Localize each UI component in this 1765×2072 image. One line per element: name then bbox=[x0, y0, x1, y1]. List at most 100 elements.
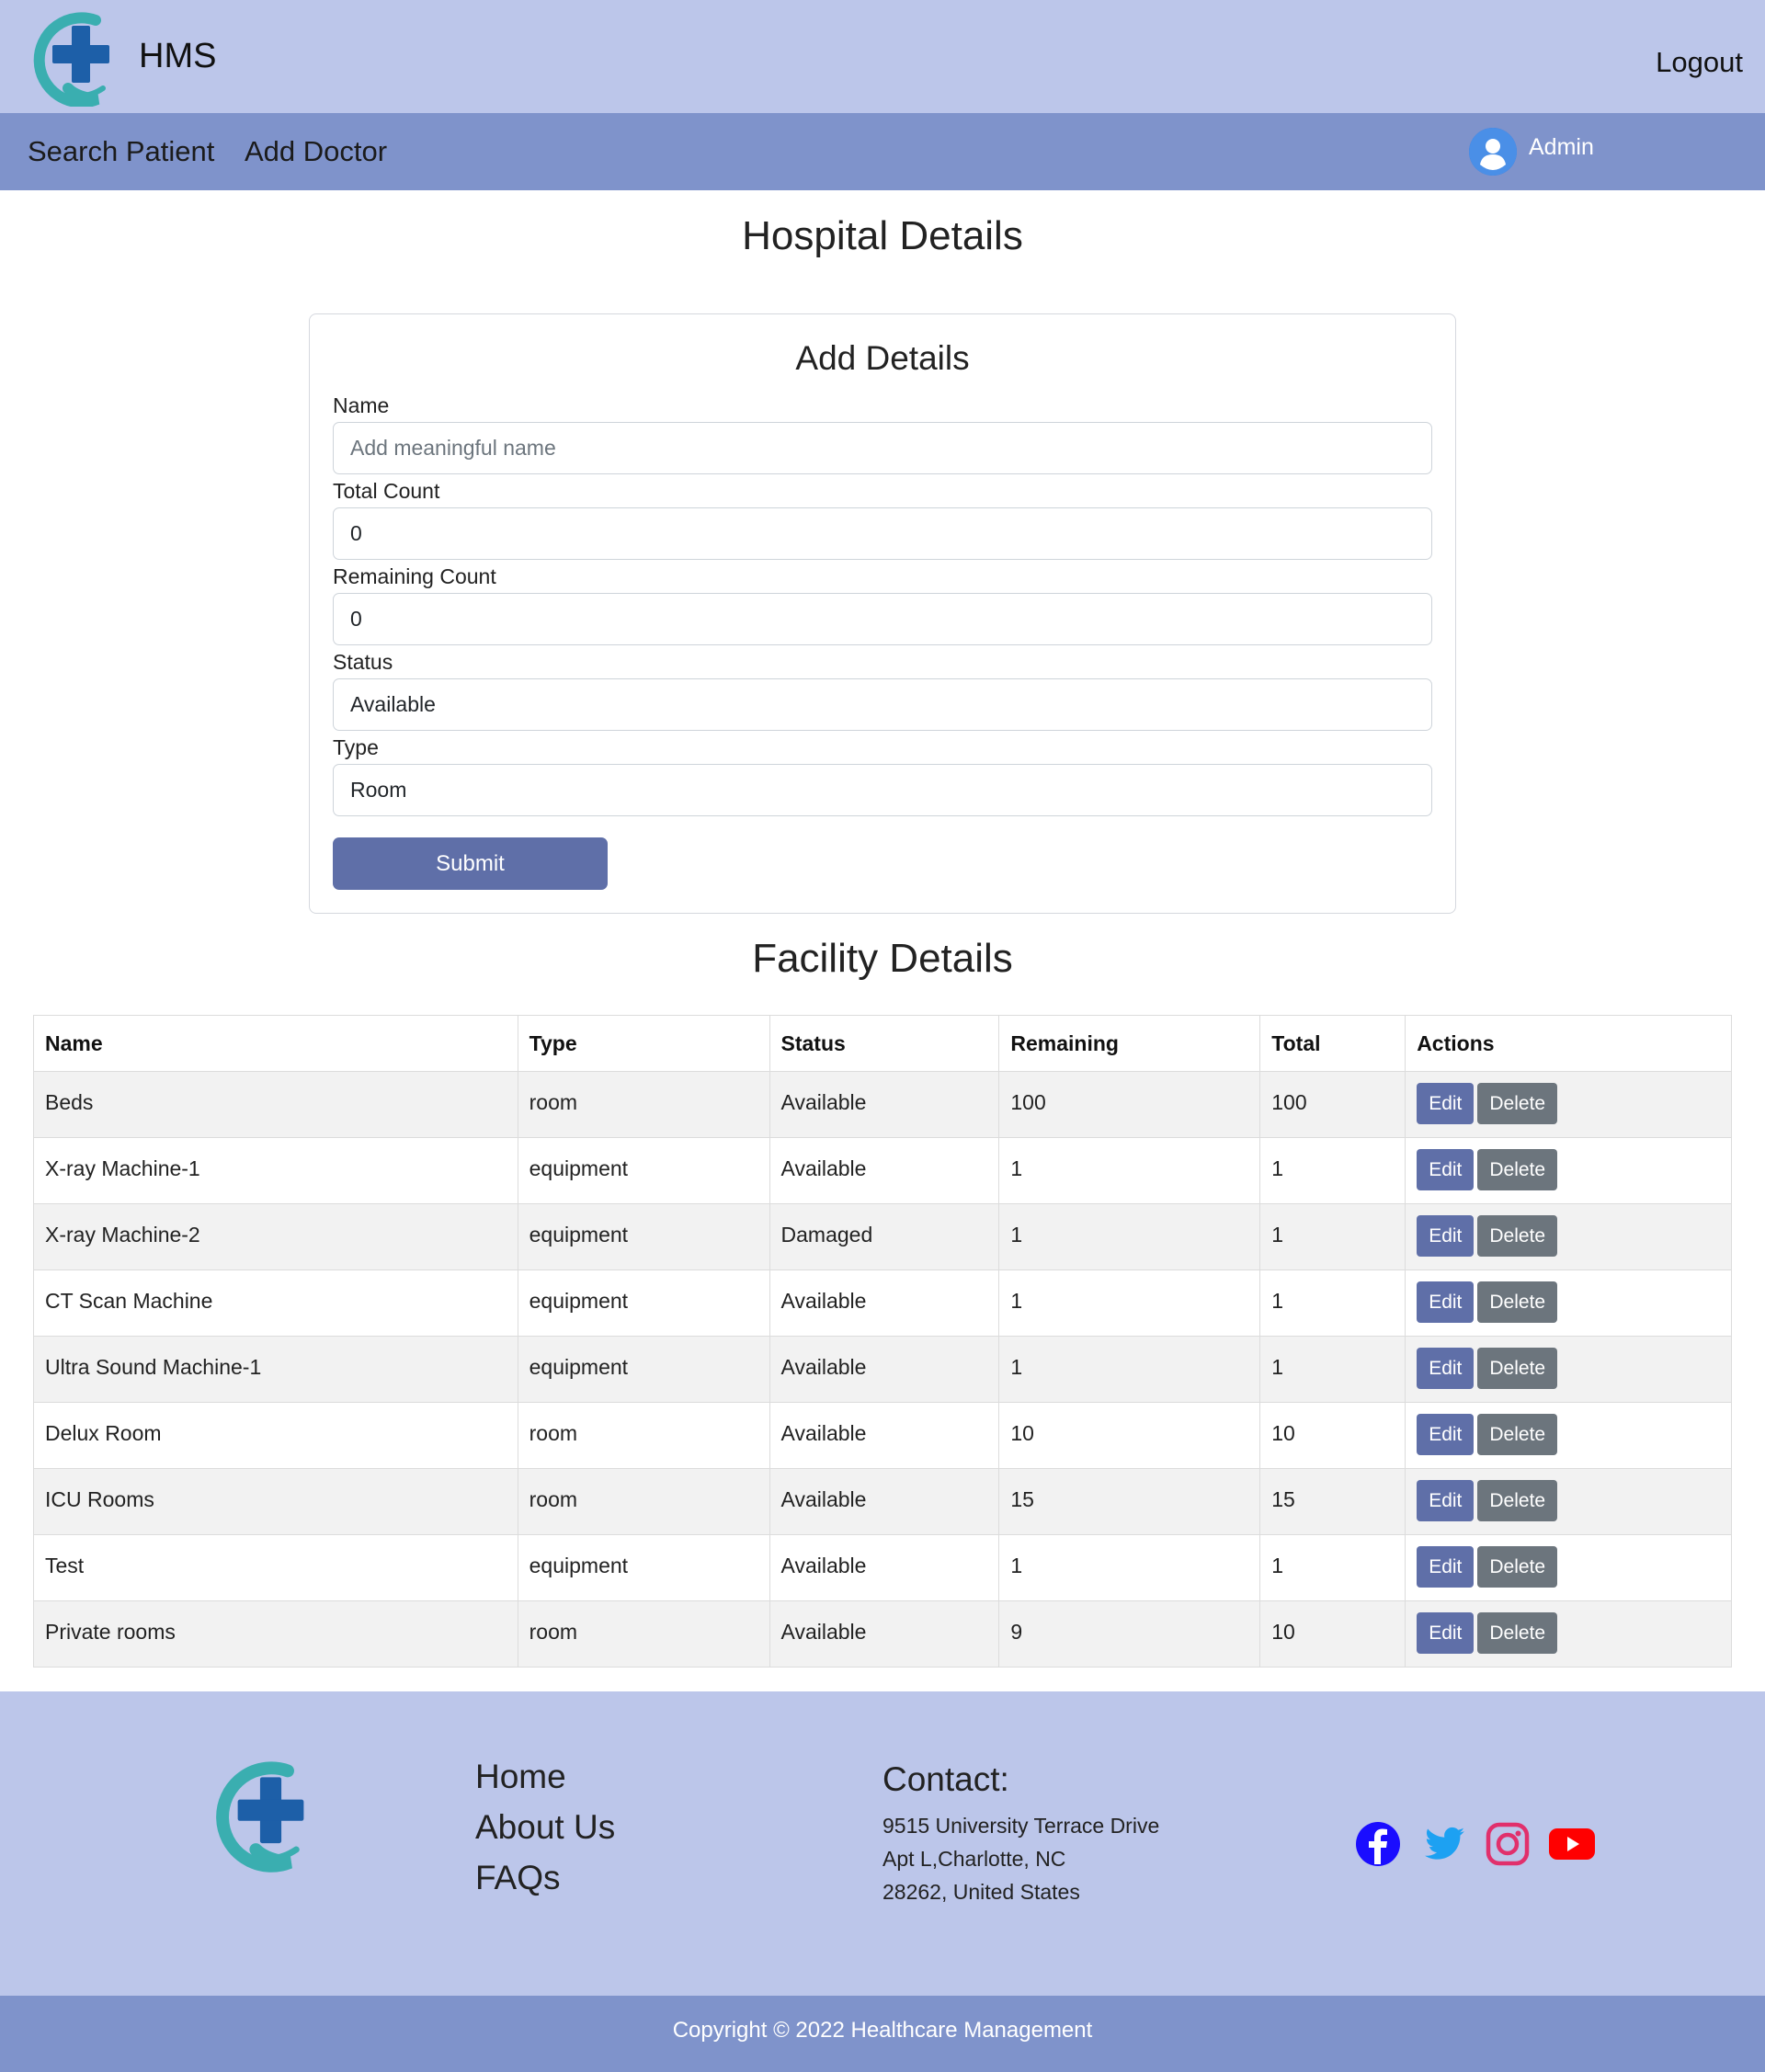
edit-button[interactable]: Edit bbox=[1417, 1281, 1475, 1323]
facebook-icon[interactable] bbox=[1354, 1820, 1402, 1868]
total-count-label: Total Count bbox=[333, 479, 440, 503]
cell-name: Delux Room bbox=[33, 1402, 518, 1469]
top-header: HMS Logout bbox=[0, 0, 1765, 113]
logout-link[interactable]: Logout bbox=[1656, 46, 1743, 79]
cell-type: equipment bbox=[517, 1269, 770, 1337]
cell-remaining: 100 bbox=[998, 1071, 1261, 1138]
cell-total: 1 bbox=[1259, 1203, 1406, 1270]
cell-actions: Edit Delete bbox=[1405, 1203, 1732, 1270]
page-title: Hospital Details bbox=[742, 213, 1023, 258]
edit-button[interactable]: Edit bbox=[1417, 1215, 1475, 1257]
footer: Home About Us FAQs Contact: 9515 Univers… bbox=[0, 1691, 1765, 1996]
column-header-actions: Actions bbox=[1405, 1015, 1732, 1072]
delete-button[interactable]: Delete bbox=[1477, 1612, 1558, 1654]
cell-name: Private rooms bbox=[33, 1600, 518, 1668]
delete-button[interactable]: Delete bbox=[1477, 1083, 1558, 1124]
cell-name: Test bbox=[33, 1534, 518, 1601]
cell-total: 1 bbox=[1259, 1534, 1406, 1601]
column-header-name: Name bbox=[33, 1015, 518, 1072]
column-header-type: Type bbox=[517, 1015, 770, 1072]
cell-remaining: 1 bbox=[998, 1269, 1261, 1337]
footer-link-home[interactable]: Home bbox=[475, 1758, 566, 1796]
instagram-icon[interactable] bbox=[1484, 1820, 1532, 1868]
cell-actions: Edit Delete bbox=[1405, 1071, 1732, 1138]
table-row: Ultra Sound Machine-1 equipment Availabl… bbox=[33, 1336, 1732, 1403]
cell-status: Damaged bbox=[769, 1203, 1000, 1270]
cell-status: Available bbox=[769, 1600, 1000, 1668]
cell-actions: Edit Delete bbox=[1405, 1336, 1732, 1403]
edit-button[interactable]: Edit bbox=[1417, 1348, 1475, 1389]
table-row: Test equipment Available 1 1 Edit Delete bbox=[33, 1534, 1732, 1601]
address-line: 9515 University Terrace Drive bbox=[882, 1814, 1160, 1838]
cell-total: 1 bbox=[1259, 1336, 1406, 1403]
user-avatar-icon[interactable] bbox=[1469, 128, 1517, 176]
cell-actions: Edit Delete bbox=[1405, 1402, 1732, 1469]
youtube-icon[interactable] bbox=[1548, 1820, 1596, 1868]
cell-actions: Edit Delete bbox=[1405, 1600, 1732, 1668]
status-select[interactable]: Available bbox=[333, 678, 1432, 731]
cell-actions: Edit Delete bbox=[1405, 1468, 1732, 1535]
remaining-count-input[interactable] bbox=[333, 593, 1432, 645]
cell-remaining: 1 bbox=[998, 1137, 1261, 1204]
submit-button[interactable]: Submit bbox=[333, 837, 608, 890]
cell-name: Ultra Sound Machine-1 bbox=[33, 1336, 518, 1403]
delete-button[interactable]: Delete bbox=[1477, 1414, 1558, 1455]
cell-remaining: 1 bbox=[998, 1203, 1261, 1270]
column-header-status: Status bbox=[769, 1015, 1000, 1072]
address-line: Apt L,Charlotte, NC bbox=[882, 1847, 1066, 1871]
cell-remaining: 9 bbox=[998, 1600, 1261, 1668]
copyright-text: Copyright © 2022 Healthcare Management bbox=[672, 2018, 1093, 2043]
cell-type: equipment bbox=[517, 1336, 770, 1403]
cell-remaining: 1 bbox=[998, 1534, 1261, 1601]
cell-status: Available bbox=[769, 1402, 1000, 1469]
facility-table: Name Type Status Remaining Total Actions… bbox=[33, 1015, 1732, 1668]
nav-search-patient[interactable]: Search Patient bbox=[28, 135, 214, 168]
cell-type: room bbox=[517, 1071, 770, 1138]
type-select[interactable]: Room bbox=[333, 764, 1432, 816]
edit-button[interactable]: Edit bbox=[1417, 1480, 1475, 1521]
cell-name: CT Scan Machine bbox=[33, 1269, 518, 1337]
copyright-bar: Copyright © 2022 Healthcare Management bbox=[0, 1996, 1765, 2072]
nav-add-doctor[interactable]: Add Doctor bbox=[245, 135, 387, 168]
cell-total: 1 bbox=[1259, 1137, 1406, 1204]
cell-status: Available bbox=[769, 1137, 1000, 1204]
type-label: Type bbox=[333, 735, 379, 759]
cell-actions: Edit Delete bbox=[1405, 1137, 1732, 1204]
edit-button[interactable]: Edit bbox=[1417, 1149, 1475, 1190]
cell-type: room bbox=[517, 1600, 770, 1668]
delete-button[interactable]: Delete bbox=[1477, 1215, 1558, 1257]
hospital-logo-icon[interactable] bbox=[31, 11, 131, 107]
table-row: ICU Rooms room Available 15 15 Edit Delet… bbox=[33, 1468, 1732, 1535]
edit-button[interactable]: Edit bbox=[1417, 1546, 1475, 1588]
cell-total: 15 bbox=[1259, 1468, 1406, 1535]
cell-type: equipment bbox=[517, 1203, 770, 1270]
cell-remaining: 15 bbox=[998, 1468, 1261, 1535]
cell-name: ICU Rooms bbox=[33, 1468, 518, 1535]
contact-title: Contact: bbox=[882, 1760, 1009, 1798]
cell-status: Available bbox=[769, 1071, 1000, 1138]
edit-button[interactable]: Edit bbox=[1417, 1612, 1475, 1654]
twitter-icon[interactable] bbox=[1420, 1820, 1468, 1868]
edit-button[interactable]: Edit bbox=[1417, 1083, 1475, 1124]
name-input[interactable] bbox=[333, 422, 1432, 474]
delete-button[interactable]: Delete bbox=[1477, 1348, 1558, 1389]
delete-button[interactable]: Delete bbox=[1477, 1281, 1558, 1323]
footer-link-about-us[interactable]: About Us bbox=[475, 1808, 615, 1847]
brand-name: HMS bbox=[139, 37, 217, 75]
table-row: X-ray Machine-1 equipment Available 1 1 … bbox=[33, 1137, 1732, 1204]
table-row: Beds room Available 100 100 Edit Delete bbox=[33, 1071, 1732, 1138]
footer-link-faqs[interactable]: FAQs bbox=[475, 1859, 561, 1897]
column-header-total: Total bbox=[1259, 1015, 1406, 1072]
total-count-input[interactable] bbox=[333, 507, 1432, 560]
delete-button[interactable]: Delete bbox=[1477, 1546, 1558, 1588]
delete-button[interactable]: Delete bbox=[1477, 1149, 1558, 1190]
cell-name: X-ray Machine-1 bbox=[33, 1137, 518, 1204]
column-header-remaining: Remaining bbox=[998, 1015, 1261, 1072]
table-row: Delux Room room Available 10 10 Edit Dele… bbox=[33, 1402, 1732, 1469]
user-name[interactable]: Admin bbox=[1529, 134, 1594, 161]
edit-button[interactable]: Edit bbox=[1417, 1414, 1475, 1455]
add-details-card: Add Details Name Total Count Remaining C… bbox=[309, 313, 1456, 914]
cell-remaining: 1 bbox=[998, 1336, 1261, 1403]
delete-button[interactable]: Delete bbox=[1477, 1480, 1558, 1521]
cell-type: equipment bbox=[517, 1137, 770, 1204]
